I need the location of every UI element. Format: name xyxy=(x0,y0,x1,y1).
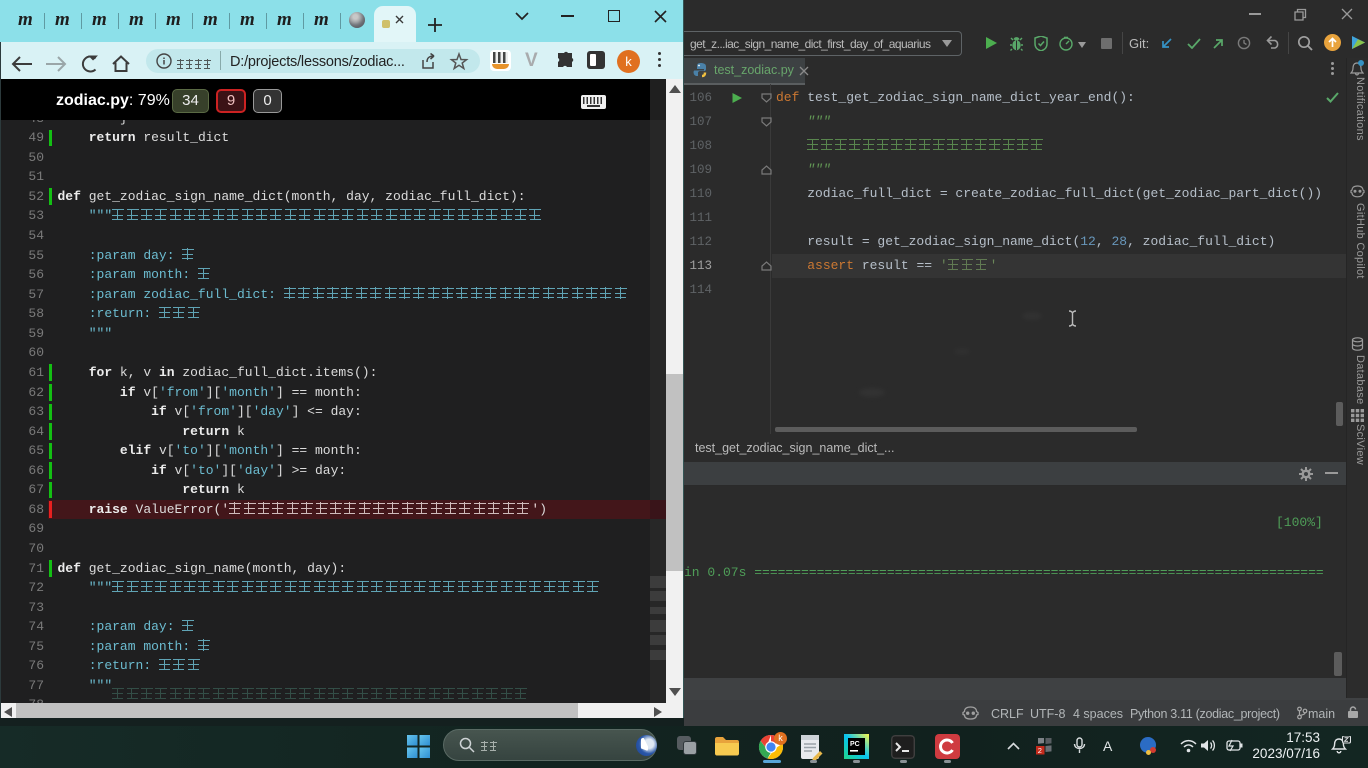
svg-text:2: 2 xyxy=(1038,746,1042,755)
svg-text:PC: PC xyxy=(850,741,860,748)
